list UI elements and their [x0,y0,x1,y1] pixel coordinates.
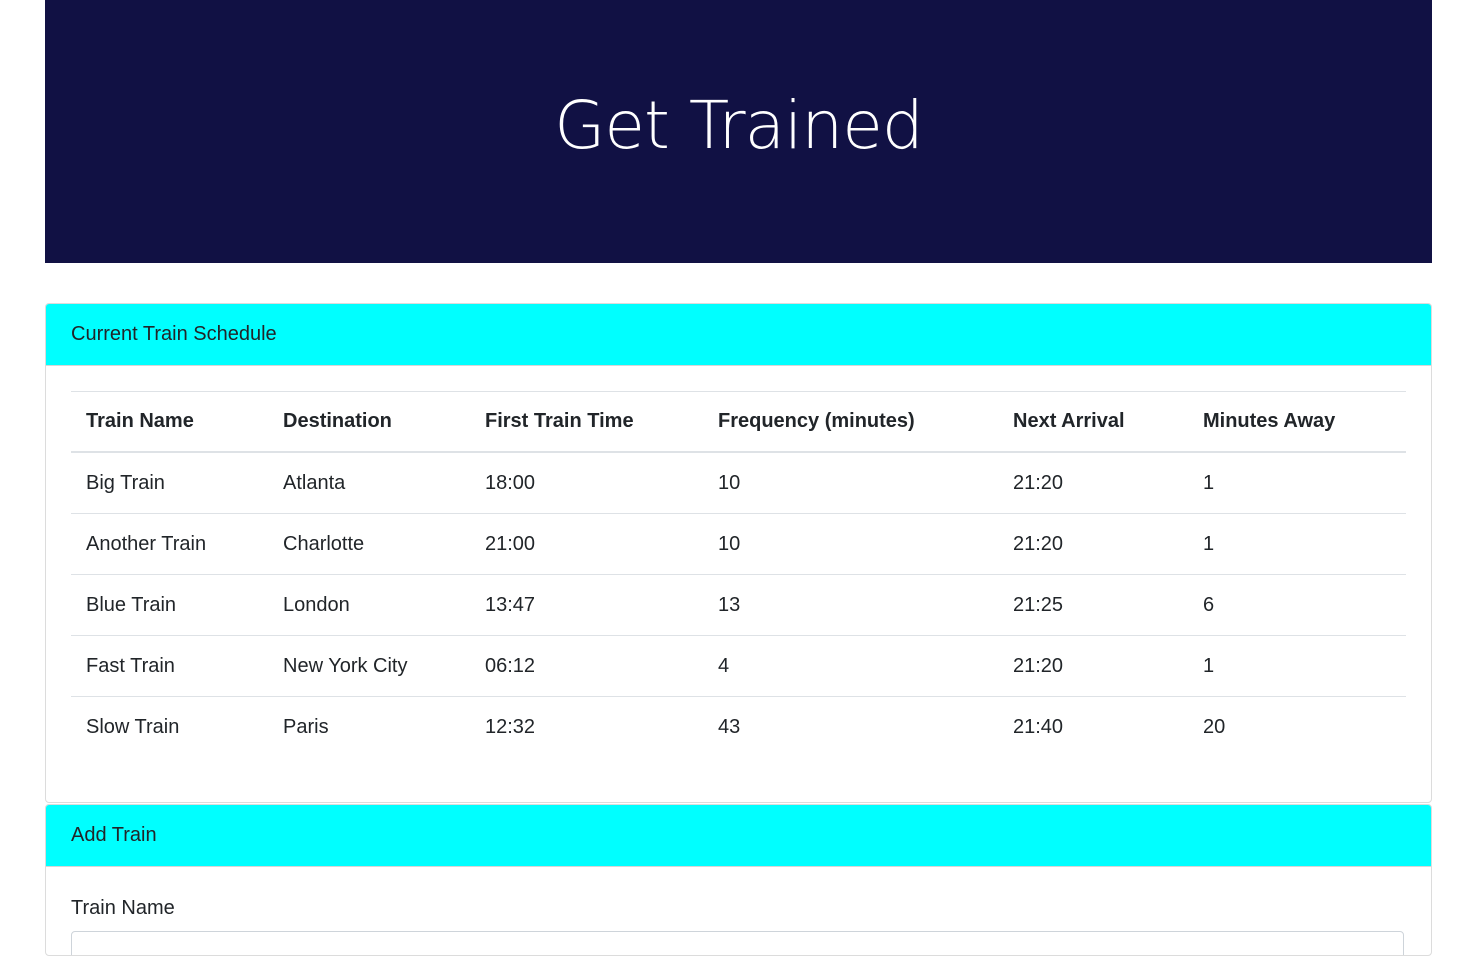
table-cell: 18:00 [470,451,703,514]
column-header: Next Arrival [998,391,1188,453]
table-row: Slow Train Paris 12:32 43 21:40 20 [71,696,1406,757]
table-cell: 21:20 [998,635,1188,697]
table-cell: 1 [1188,513,1406,575]
table-cell: 10 [703,513,998,575]
table-cell: Blue Train [71,574,268,636]
table-cell: 13 [703,574,998,636]
table-cell: Big Train [71,451,268,514]
schedule-table: Train Name Destination First Train Time … [71,391,1406,757]
table-cell: Another Train [71,513,268,575]
table-row: Another Train Charlotte 21:00 10 21:20 1 [71,513,1406,575]
table-cell: 6 [1188,574,1406,636]
table-cell: 20 [1188,696,1406,757]
table-row: Big Train Atlanta 18:00 10 21:20 1 [71,451,1406,514]
column-header: First Train Time [470,391,703,453]
add-train-card-header: Add Train [46,805,1431,867]
schedule-card-header: Current Train Schedule [46,304,1431,366]
table-cell: 06:12 [470,635,703,697]
table-cell: Fast Train [71,635,268,697]
page-title: Get Trained [554,87,923,164]
table-row: Blue Train London 13:47 13 21:25 6 [71,574,1406,636]
table-cell: 21:20 [998,513,1188,575]
table-cell: 21:25 [998,574,1188,636]
table-cell: 1 [1188,635,1406,697]
add-train-card: Add Train Train Name [45,804,1432,956]
table-cell: Charlotte [268,513,470,575]
table-cell: 4 [703,635,998,697]
table-cell: London [268,574,470,636]
table-cell: 13:47 [470,574,703,636]
schedule-card: Current Train Schedule Train Name Destin… [45,303,1432,803]
column-header: Minutes Away [1188,391,1406,453]
table-cell: 1 [1188,451,1406,514]
column-header: Train Name [71,391,268,453]
table-cell: New York City [268,635,470,697]
table-cell: 12:32 [470,696,703,757]
table-cell: 43 [703,696,998,757]
column-header: Destination [268,391,470,453]
table-cell: 21:40 [998,696,1188,757]
table-cell: 21:20 [998,451,1188,514]
table-cell: 21:00 [470,513,703,575]
table-cell: 10 [703,451,998,514]
jumbotron-header: Get Trained [45,0,1432,263]
table-cell: Atlanta [268,451,470,514]
table-row: Fast Train New York City 06:12 4 21:20 1 [71,635,1406,697]
column-header: Frequency (minutes) [703,391,998,453]
table-header-row: Train Name Destination First Train Time … [71,391,1406,453]
table-cell: Slow Train [71,696,268,757]
train-name-input[interactable] [71,931,1404,955]
train-name-label: Train Name [71,897,175,919]
table-cell: Paris [268,696,470,757]
